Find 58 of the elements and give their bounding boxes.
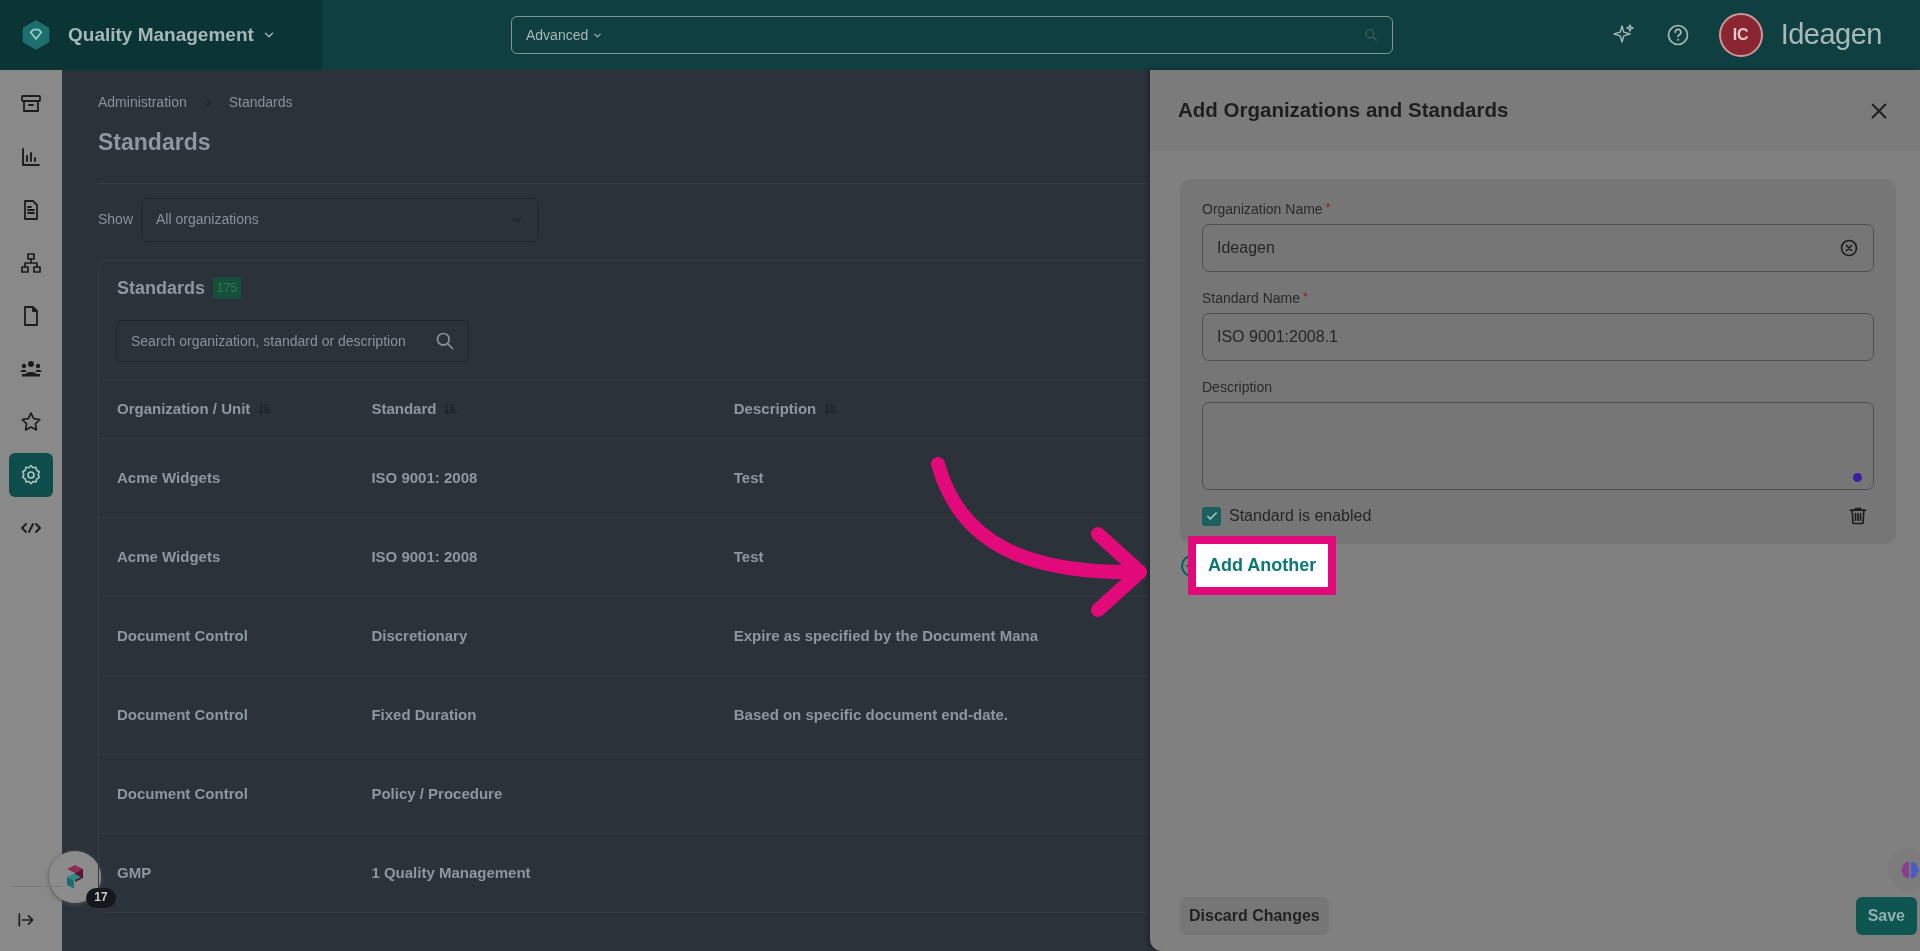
table-cell: Acme Widgets bbox=[117, 468, 221, 486]
save-button[interactable]: Save bbox=[1855, 897, 1917, 935]
brain-icon bbox=[1899, 859, 1920, 881]
text-field[interactable]: ISO 9001:2008.1 bbox=[1202, 313, 1874, 361]
delete-button[interactable] bbox=[1848, 505, 1868, 527]
sidebar-item[interactable] bbox=[9, 453, 53, 497]
column-header[interactable]: Standard bbox=[371, 398, 459, 421]
assistant-dot-icon bbox=[1853, 473, 1862, 482]
help-icon[interactable] bbox=[1665, 23, 1690, 47]
star-icon bbox=[19, 410, 43, 434]
checkmark-icon bbox=[1204, 509, 1219, 523]
trash-icon bbox=[1848, 505, 1868, 527]
field-label: Standard Name * bbox=[1202, 289, 1309, 308]
column-header[interactable]: Organization / Unit bbox=[117, 398, 273, 421]
table-cell: Based on specific document end-date. bbox=[733, 705, 1008, 723]
search-field[interactable]: Search organization, standard or description bbox=[116, 319, 469, 362]
notification-badge: 17 bbox=[86, 888, 116, 908]
checkbox[interactable] bbox=[1202, 506, 1221, 526]
brand-logo: Ideagen bbox=[1780, 17, 1882, 53]
panel-title: Add Organizations and Standards bbox=[1178, 98, 1509, 123]
user-avatar[interactable]: IC bbox=[1718, 13, 1763, 57]
table-cell: ISO 9001: 2008 bbox=[371, 547, 478, 565]
table-cell: Policy / Procedure bbox=[371, 784, 503, 802]
bar-chart-icon bbox=[19, 145, 43, 169]
hierarchy-icon bbox=[19, 251, 43, 275]
settings-icon bbox=[19, 463, 43, 487]
search-field[interactable]: Advanced bbox=[511, 16, 1393, 54]
discard-button[interactable]: Discard Changes bbox=[1180, 897, 1329, 935]
breadcrumb-link[interactable]: Standards bbox=[228, 92, 293, 113]
checkbox-label: Standard is enabled bbox=[1229, 506, 1372, 526]
clear-icon bbox=[1839, 238, 1859, 258]
table-cell: 1 Quality Management bbox=[371, 863, 531, 881]
breadcrumb-link[interactable]: Administration bbox=[98, 92, 187, 113]
required-mark: * bbox=[1325, 201, 1331, 215]
column-header[interactable]: Description bbox=[733, 398, 839, 421]
table-cell: Acme Widgets bbox=[117, 547, 221, 565]
required-mark: * bbox=[1303, 290, 1308, 304]
filter-label: Show bbox=[98, 210, 134, 230]
page-title: Standards bbox=[98, 129, 212, 157]
search-icon bbox=[1364, 28, 1378, 42]
table-cell: Discretionary bbox=[371, 626, 468, 644]
table-cell: Document Control bbox=[117, 705, 248, 723]
table-cell: Test bbox=[733, 468, 764, 486]
table-cell: Fixed Duration bbox=[371, 705, 477, 723]
table-cell: Document Control bbox=[117, 626, 248, 644]
table-cell: ISO 9001: 2008 bbox=[371, 468, 478, 486]
card-title: Standards bbox=[117, 276, 206, 300]
field-label: Organization Name * bbox=[1202, 200, 1332, 219]
field-label: Description bbox=[1202, 378, 1274, 397]
table-cell: GMP bbox=[117, 863, 152, 881]
organization-dropdown[interactable]: All organizations bbox=[141, 197, 540, 242]
table-cell: Document Control bbox=[117, 784, 248, 802]
table-cell: Test bbox=[733, 547, 764, 565]
text-field[interactable]: Ideagen bbox=[1202, 224, 1874, 272]
scope-dropdown[interactable]: Advanced bbox=[526, 24, 604, 46]
search-icon bbox=[435, 330, 455, 351]
collapse-icon[interactable] bbox=[16, 910, 36, 930]
table-cell: Expire as specified by the Document Mana bbox=[733, 626, 1039, 644]
